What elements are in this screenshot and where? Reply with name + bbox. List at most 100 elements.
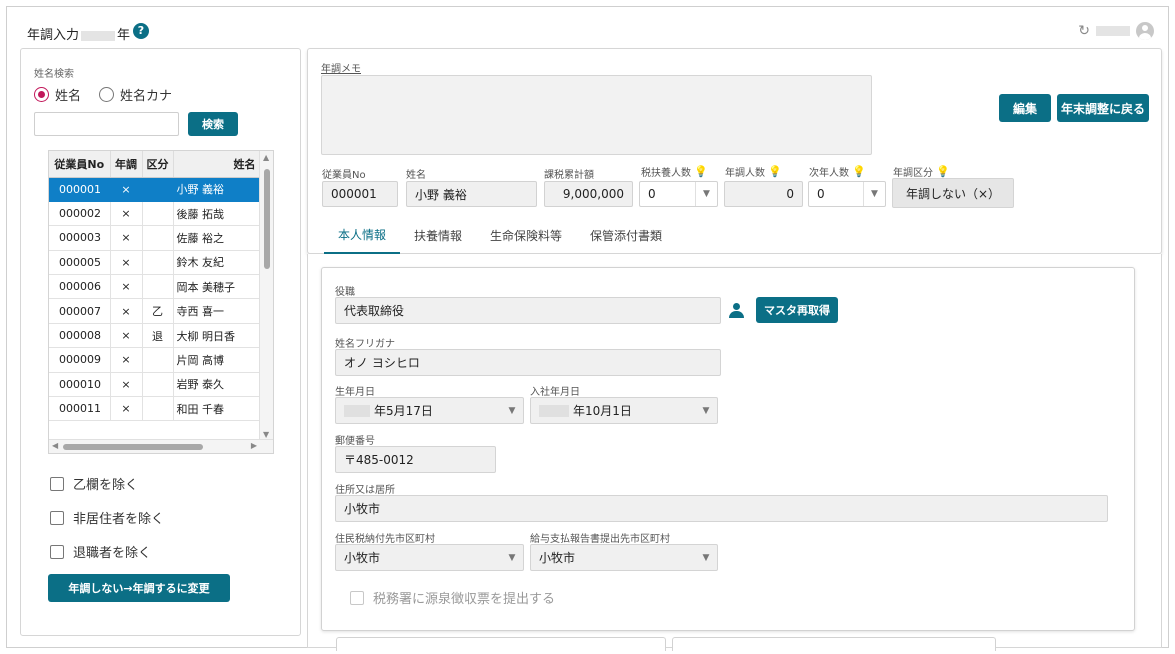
cell-name: 和田 千春 bbox=[173, 396, 261, 422]
radio-name[interactable]: 姓名 bbox=[34, 85, 81, 104]
tab-attached-documents[interactable]: 保管添付書類 bbox=[576, 217, 676, 254]
page-title-prefix: 年調入力 bbox=[27, 28, 80, 43]
cell-name: 大柳 明日香 bbox=[173, 323, 261, 349]
table-row[interactable]: 000011 × 和田 千春 bbox=[49, 396, 261, 422]
search-button[interactable]: 検索 bbox=[188, 112, 238, 136]
table-row[interactable]: 000006 × 岡本 美穂子 bbox=[49, 274, 261, 300]
exclude-otsu-checkbox-box[interactable] bbox=[50, 476, 64, 491]
radio-name-kana[interactable]: 姓名カナ bbox=[99, 85, 172, 104]
hire-select[interactable]: 年10月1日 ▼ bbox=[530, 397, 718, 424]
refresh-icon[interactable]: ↻ bbox=[1078, 23, 1090, 39]
person-icon[interactable] bbox=[728, 302, 744, 318]
kana-field: オノ ヨシヒロ bbox=[335, 349, 721, 376]
col-header-kubun[interactable]: 区分 bbox=[142, 151, 174, 178]
taxable-label-text: 課税累計額 bbox=[544, 170, 594, 181]
dependents-value: 0 bbox=[648, 187, 656, 201]
master-refresh-button[interactable]: マスタ再取得 bbox=[756, 297, 838, 323]
bulb-icon[interactable]: 💡 bbox=[852, 165, 866, 178]
exclude-nonresident-label: 非居住者を除く bbox=[73, 512, 165, 527]
tab-dependents-info[interactable]: 扶養情報 bbox=[400, 217, 476, 254]
col-header-name[interactable]: 姓名 bbox=[173, 151, 261, 178]
table-row[interactable]: 000008 × 退 大柳 明日香 bbox=[49, 323, 261, 349]
memo-label[interactable]: 年調メモ bbox=[321, 60, 361, 75]
user-avatar-icon[interactable] bbox=[1136, 22, 1154, 40]
bulb-icon[interactable]: 💡 bbox=[768, 165, 782, 178]
table-row[interactable]: 000010 × 岩野 泰久 bbox=[49, 372, 261, 398]
cell-name: 後藤 拓哉 bbox=[173, 201, 261, 227]
dropdown-arrow-icon[interactable]: ▼ bbox=[695, 182, 717, 206]
dropdown-arrow-icon[interactable]: ▼ bbox=[501, 398, 523, 423]
table-row[interactable]: 000005 × 鈴木 友紀 bbox=[49, 250, 261, 276]
next-year-select[interactable]: 0 ▼ bbox=[808, 181, 886, 207]
tax-office-checkbox[interactable]: 税務署に源泉徴収票を提出する bbox=[350, 588, 555, 607]
masked-hire-year bbox=[539, 404, 569, 417]
search-input[interactable] bbox=[34, 112, 179, 136]
table-row[interactable]: 000009 × 片岡 高博 bbox=[49, 347, 261, 373]
dropdown-arrow-icon[interactable]: ▼ bbox=[501, 545, 523, 570]
table-row[interactable]: 000007 × 乙 寺西 喜一 bbox=[49, 298, 261, 324]
cell-emp-no: 000002 bbox=[49, 201, 111, 227]
table-row[interactable]: 000002 × 後藤 拓哉 bbox=[49, 201, 261, 227]
cell-emp-no: 000008 bbox=[49, 323, 111, 349]
radio-name-kana-indicator[interactable] bbox=[99, 87, 115, 102]
bulb-icon[interactable]: 💡 bbox=[936, 165, 950, 178]
exclude-retired-checkbox[interactable]: 退職者を除く bbox=[50, 542, 151, 561]
exclude-retired-checkbox-box[interactable] bbox=[50, 544, 64, 559]
cell-kubun bbox=[142, 372, 174, 398]
cell-nencho: × bbox=[110, 347, 143, 373]
header-right: ↻ bbox=[1078, 22, 1154, 40]
dropdown-arrow-icon[interactable]: ▼ bbox=[863, 182, 885, 206]
report-city-select[interactable]: 小牧市 ▼ bbox=[530, 544, 718, 571]
col-header-nencho[interactable]: 年調 bbox=[110, 151, 143, 178]
radio-name-indicator[interactable] bbox=[34, 87, 49, 102]
edit-button[interactable]: 編集 bbox=[999, 94, 1051, 122]
horizontal-scroll-thumb[interactable] bbox=[63, 444, 203, 450]
report-city-label: 給与支払報告書提出先市区町村 bbox=[530, 534, 670, 545]
cell-name: 岡本 美穂子 bbox=[173, 274, 261, 300]
vertical-scroll-thumb[interactable] bbox=[264, 169, 270, 269]
kana-label: 姓名フリガナ bbox=[335, 339, 395, 350]
help-icon[interactable]: ? bbox=[133, 23, 149, 39]
table-row[interactable]: 000003 × 佐藤 裕之 bbox=[49, 225, 261, 251]
tab-bar: 本人情報 扶養情報 生命保険料等 保管添付書類 bbox=[308, 217, 1161, 254]
cell-emp-no: 000005 bbox=[49, 250, 111, 276]
category-field[interactable]: 年調しない（×） bbox=[892, 178, 1014, 208]
back-to-year-end-button[interactable]: 年末調整に戻る bbox=[1057, 94, 1149, 122]
page-title: 年調入力 年 bbox=[27, 24, 130, 43]
scroll-up-icon[interactable]: ▲ bbox=[263, 153, 269, 162]
change-to-nencho-button[interactable]: 年調しない→年調するに変更 bbox=[48, 574, 230, 602]
dependents-label-text: 税扶養人数 bbox=[641, 168, 691, 179]
scroll-left-icon[interactable]: ◀ bbox=[52, 441, 58, 450]
dependents-select[interactable]: 0 ▼ bbox=[639, 181, 718, 207]
col-header-emp-no[interactable]: 従業員No bbox=[49, 151, 111, 178]
table-row[interactable]: 000001 × 小野 義裕 bbox=[49, 177, 261, 202]
table-horizontal-scrollbar[interactable]: ◀ ▶ bbox=[49, 439, 273, 453]
resident-city-select[interactable]: 小牧市 ▼ bbox=[335, 544, 524, 571]
personal-info-panel: 役職 代表取締役 マスタ再取得 姓名フリガナ オノ ヨシヒロ 生年月日 年5月1… bbox=[307, 254, 1162, 651]
table-vertical-scrollbar[interactable]: ▲ ▼ bbox=[259, 151, 273, 441]
category-label-text: 年調区分 bbox=[893, 168, 933, 179]
zip-label: 郵便番号 bbox=[335, 436, 375, 447]
dropdown-arrow-icon[interactable]: ▼ bbox=[695, 545, 717, 570]
scroll-down-icon[interactable]: ▼ bbox=[263, 430, 269, 439]
bulb-icon[interactable]: 💡 bbox=[694, 165, 708, 178]
birth-select[interactable]: 年5月17日 ▼ bbox=[335, 397, 524, 424]
tax-office-checkbox-box[interactable] bbox=[350, 590, 364, 605]
tax-office-checkbox-label: 税務署に源泉徴収票を提出する bbox=[373, 592, 556, 607]
taxable-field: 9,000,000 bbox=[544, 181, 633, 207]
cell-nencho: × bbox=[110, 323, 143, 349]
masked-birth-year bbox=[344, 404, 370, 417]
cell-nencho: × bbox=[110, 177, 143, 202]
dropdown-arrow-icon[interactable]: ▼ bbox=[695, 398, 717, 423]
exclude-nonresident-checkbox-box[interactable] bbox=[50, 510, 64, 525]
memo-textarea[interactable] bbox=[321, 75, 872, 155]
cell-nencho: × bbox=[110, 201, 143, 227]
exclude-nonresident-checkbox[interactable]: 非居住者を除く bbox=[50, 508, 164, 527]
tab-life-insurance[interactable]: 生命保険料等 bbox=[476, 217, 576, 254]
tab-personal-info[interactable]: 本人情報 bbox=[324, 217, 401, 254]
cell-kubun bbox=[142, 250, 174, 276]
exclude-otsu-checkbox[interactable]: 乙欄を除く bbox=[50, 474, 138, 493]
scroll-right-icon[interactable]: ▶ bbox=[251, 441, 257, 450]
cell-kubun: 乙 bbox=[142, 298, 174, 324]
cell-nencho: × bbox=[110, 372, 143, 398]
